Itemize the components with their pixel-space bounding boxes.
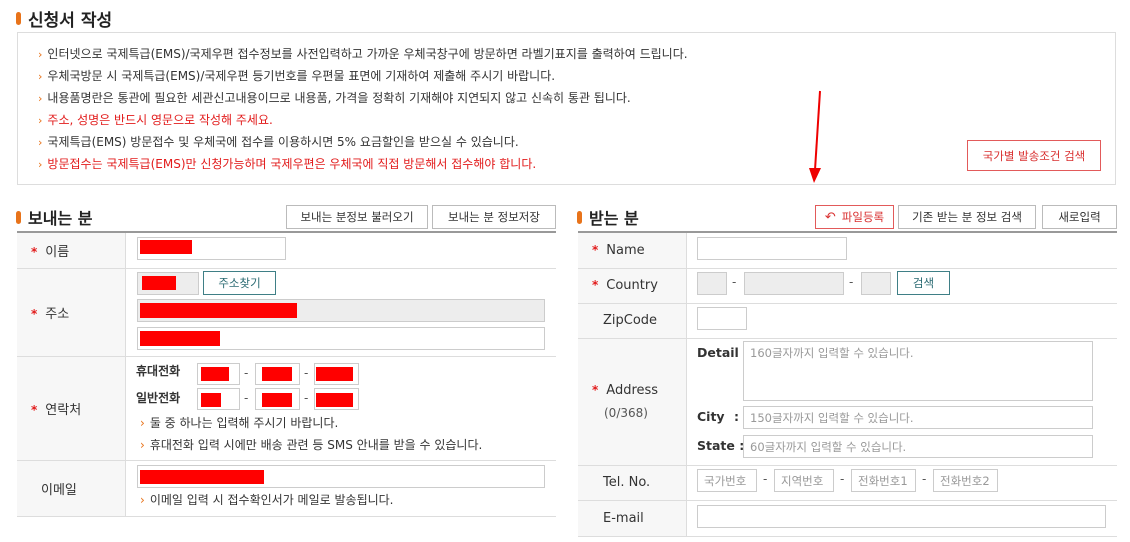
sender-bullet-icon: [16, 210, 21, 224]
detail-textarea[interactable]: 160글자까지 입력할 수 있습니다.: [743, 341, 1093, 401]
contact-note-2: › 휴대전화 입력 시에만 배송 관련 등 SMS 안내를 받을 수 있습니다.: [140, 438, 483, 452]
arrow-annotation-icon: [809, 90, 821, 183]
tel-area-input[interactable]: 지역번호: [774, 469, 834, 492]
notice-list: › 인터넷으로 국제특급(EMS)/국제우편 접수정보를 사전입력하고 가까운 우…: [38, 44, 688, 176]
notice-item: › 국제특급(EMS) 방문접수 및 우체국에 접수를 이용하시면 5% 요금할인…: [38, 135, 519, 149]
tel-number1-input[interactable]: 전화번호1: [851, 469, 916, 492]
redacted-block: [316, 393, 353, 407]
save-sender-button[interactable]: 보내는 분 정보저장: [432, 205, 556, 229]
contact-note-1: › 둘 중 하나는 입력해 주시기 바랍니다.: [140, 416, 339, 430]
notice-item: › 내용품명란은 통관에 필요한 세관신고내용이므로 내용품, 가격을 정확히 기…: [38, 91, 631, 105]
receiver-zipcode-label: ZipCode: [578, 303, 687, 339]
city-input[interactable]: 150글자까지 입력할 수 있습니다.: [743, 406, 1093, 429]
receiver-address-label: * Address (0/368): [578, 338, 687, 466]
country-conditions-button[interactable]: 국가별 발송조건 검색: [967, 140, 1101, 171]
receiver-email-input[interactable]: [697, 505, 1106, 528]
notice-item: › 우체국방문 시 국제특급(EMS)/국제우편 등기번호를 우편물 표면에 기재…: [38, 69, 556, 83]
new-entry-button[interactable]: 새로입력: [1042, 205, 1117, 229]
receiver-tel-label: Tel. No.: [578, 465, 687, 501]
chevron-right-icon: ›: [38, 48, 43, 61]
chevron-right-icon: ›: [38, 114, 43, 127]
redacted-block: [140, 303, 297, 318]
undo-arrow-icon: ↶: [824, 209, 836, 225]
receiver-name-label: * Name: [578, 232, 687, 269]
tel-country-input[interactable]: 국가번호: [697, 469, 757, 492]
country-search-button[interactable]: 검색: [897, 271, 950, 295]
notice-item: › 방문접수는 국제특급(EMS)만 신청가능하며 국제우편은 우체국에 직접 방…: [38, 157, 537, 171]
sender-name-label: * 이름: [17, 232, 126, 269]
receiver-bullet-icon: [577, 210, 582, 224]
redacted-block: [140, 331, 220, 346]
city-label: City: [697, 409, 725, 424]
redacted-block: [140, 240, 192, 254]
email-note: › 이메일 입력 시 접수확인서가 메일로 발송됩니다.: [140, 493, 394, 507]
redacted-block: [316, 367, 353, 381]
redacted-block: [201, 367, 229, 381]
existing-receiver-search-button[interactable]: 기존 받는 분 정보 검색: [898, 205, 1036, 229]
chevron-right-icon: ›: [38, 158, 43, 171]
redacted-block: [262, 367, 292, 381]
file-upload-button[interactable]: ↶ 파일등록: [815, 205, 894, 229]
redacted-block: [262, 393, 292, 407]
load-sender-button[interactable]: 보내는 분정보 불러오기: [286, 205, 428, 229]
redacted-block: [201, 393, 221, 407]
redacted-block: [140, 470, 264, 484]
detail-label: Detail :: [697, 345, 749, 360]
sender-contact-label: * 연락처: [17, 356, 126, 461]
receiver-country-label: * Country: [578, 268, 687, 304]
mobile-label: 휴대전화: [136, 364, 181, 378]
receiver-zipcode-input[interactable]: [697, 307, 747, 330]
address-search-button[interactable]: 주소찾기: [203, 271, 276, 295]
sender-address-label: * 주소: [17, 268, 126, 357]
state-label: State :: [697, 438, 745, 453]
phone-label: 일반전화: [136, 391, 181, 405]
sender-email-label: 이메일: [17, 460, 126, 517]
tel-number2-input[interactable]: 전화번호2: [933, 469, 998, 492]
receiver-section-title: 받는 분: [577, 205, 639, 229]
receiver-name-input[interactable]: [697, 237, 847, 260]
notice-box: › 인터넷으로 국제특급(EMS)/국제우편 접수정보를 사전입력하고 가까운 우…: [17, 32, 1116, 185]
country-name-input[interactable]: [744, 272, 844, 295]
chevron-right-icon: ›: [38, 92, 43, 105]
state-input[interactable]: 60글자까지 입력할 수 있습니다.: [743, 435, 1093, 458]
title-bullet-icon: [16, 12, 21, 25]
chevron-right-icon: ›: [38, 70, 43, 83]
notice-item: › 인터넷으로 국제특급(EMS)/국제우편 접수정보를 사전입력하고 가까운 우…: [38, 47, 688, 61]
chevron-right-icon: ›: [38, 136, 43, 149]
country-code-input[interactable]: [697, 272, 727, 295]
notice-item: › 주소, 성명은 반드시 영문으로 작성해 주세요.: [38, 113, 273, 127]
address-char-count: (0/368): [604, 406, 648, 420]
redacted-block: [142, 276, 176, 290]
page-title: 신청서 작성: [16, 6, 112, 31]
country-extra-input[interactable]: [861, 272, 891, 295]
receiver-email-label: E-mail: [578, 500, 687, 537]
sender-section-title: 보내는 분: [16, 205, 92, 229]
